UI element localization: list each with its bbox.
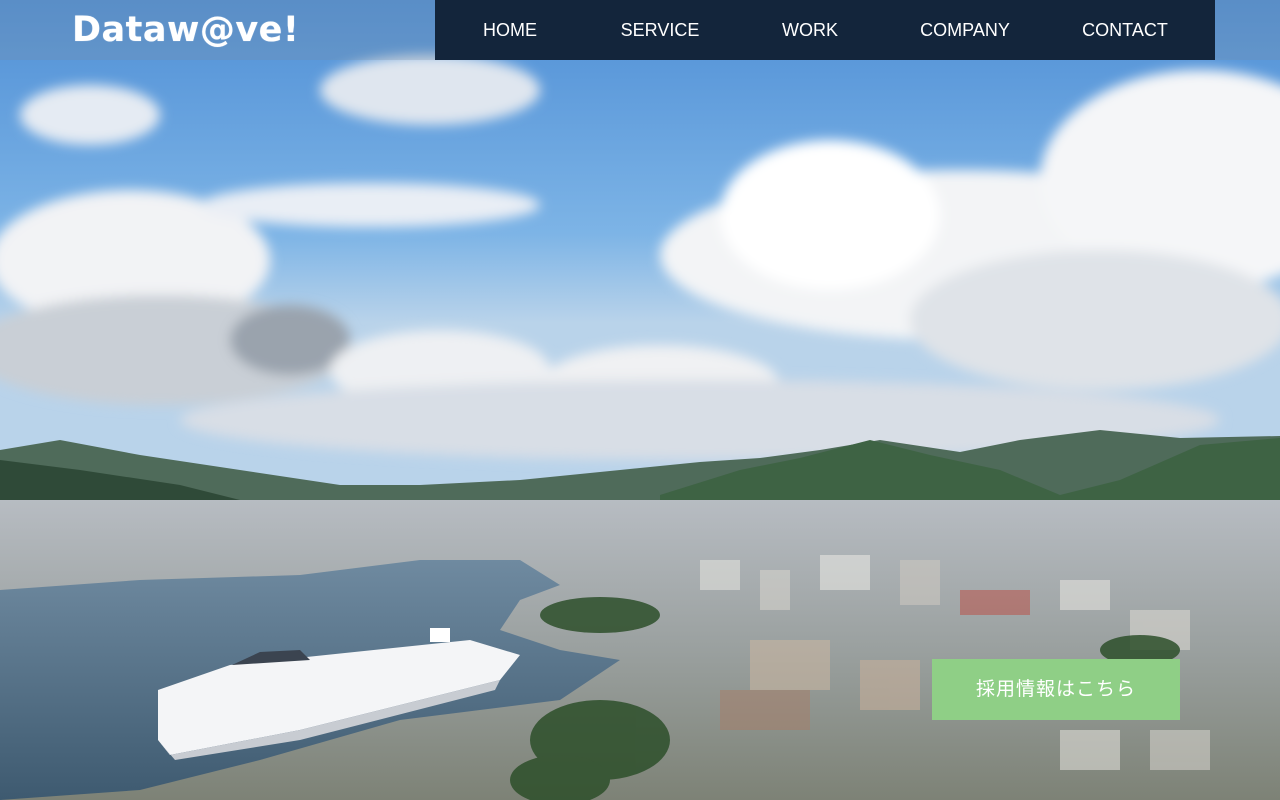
recruit-info-button[interactable]: 採用情報はこちら: [932, 659, 1180, 720]
nav-item-service[interactable]: SERVICE: [585, 0, 735, 60]
nav-item-home[interactable]: HOME: [435, 0, 585, 60]
nav-item-contact[interactable]: CONTACT: [1045, 0, 1205, 60]
nav-item-work[interactable]: WORK: [735, 0, 885, 60]
main-nav: HOME SERVICE WORK COMPANY CONTACT: [435, 0, 1215, 60]
nav-item-company[interactable]: COMPANY: [885, 0, 1045, 60]
page: Dataw@ve! HOME SERVICE WORK COMPANY CONT…: [0, 0, 1280, 800]
site-logo[interactable]: Dataw@ve!: [72, 10, 299, 50]
